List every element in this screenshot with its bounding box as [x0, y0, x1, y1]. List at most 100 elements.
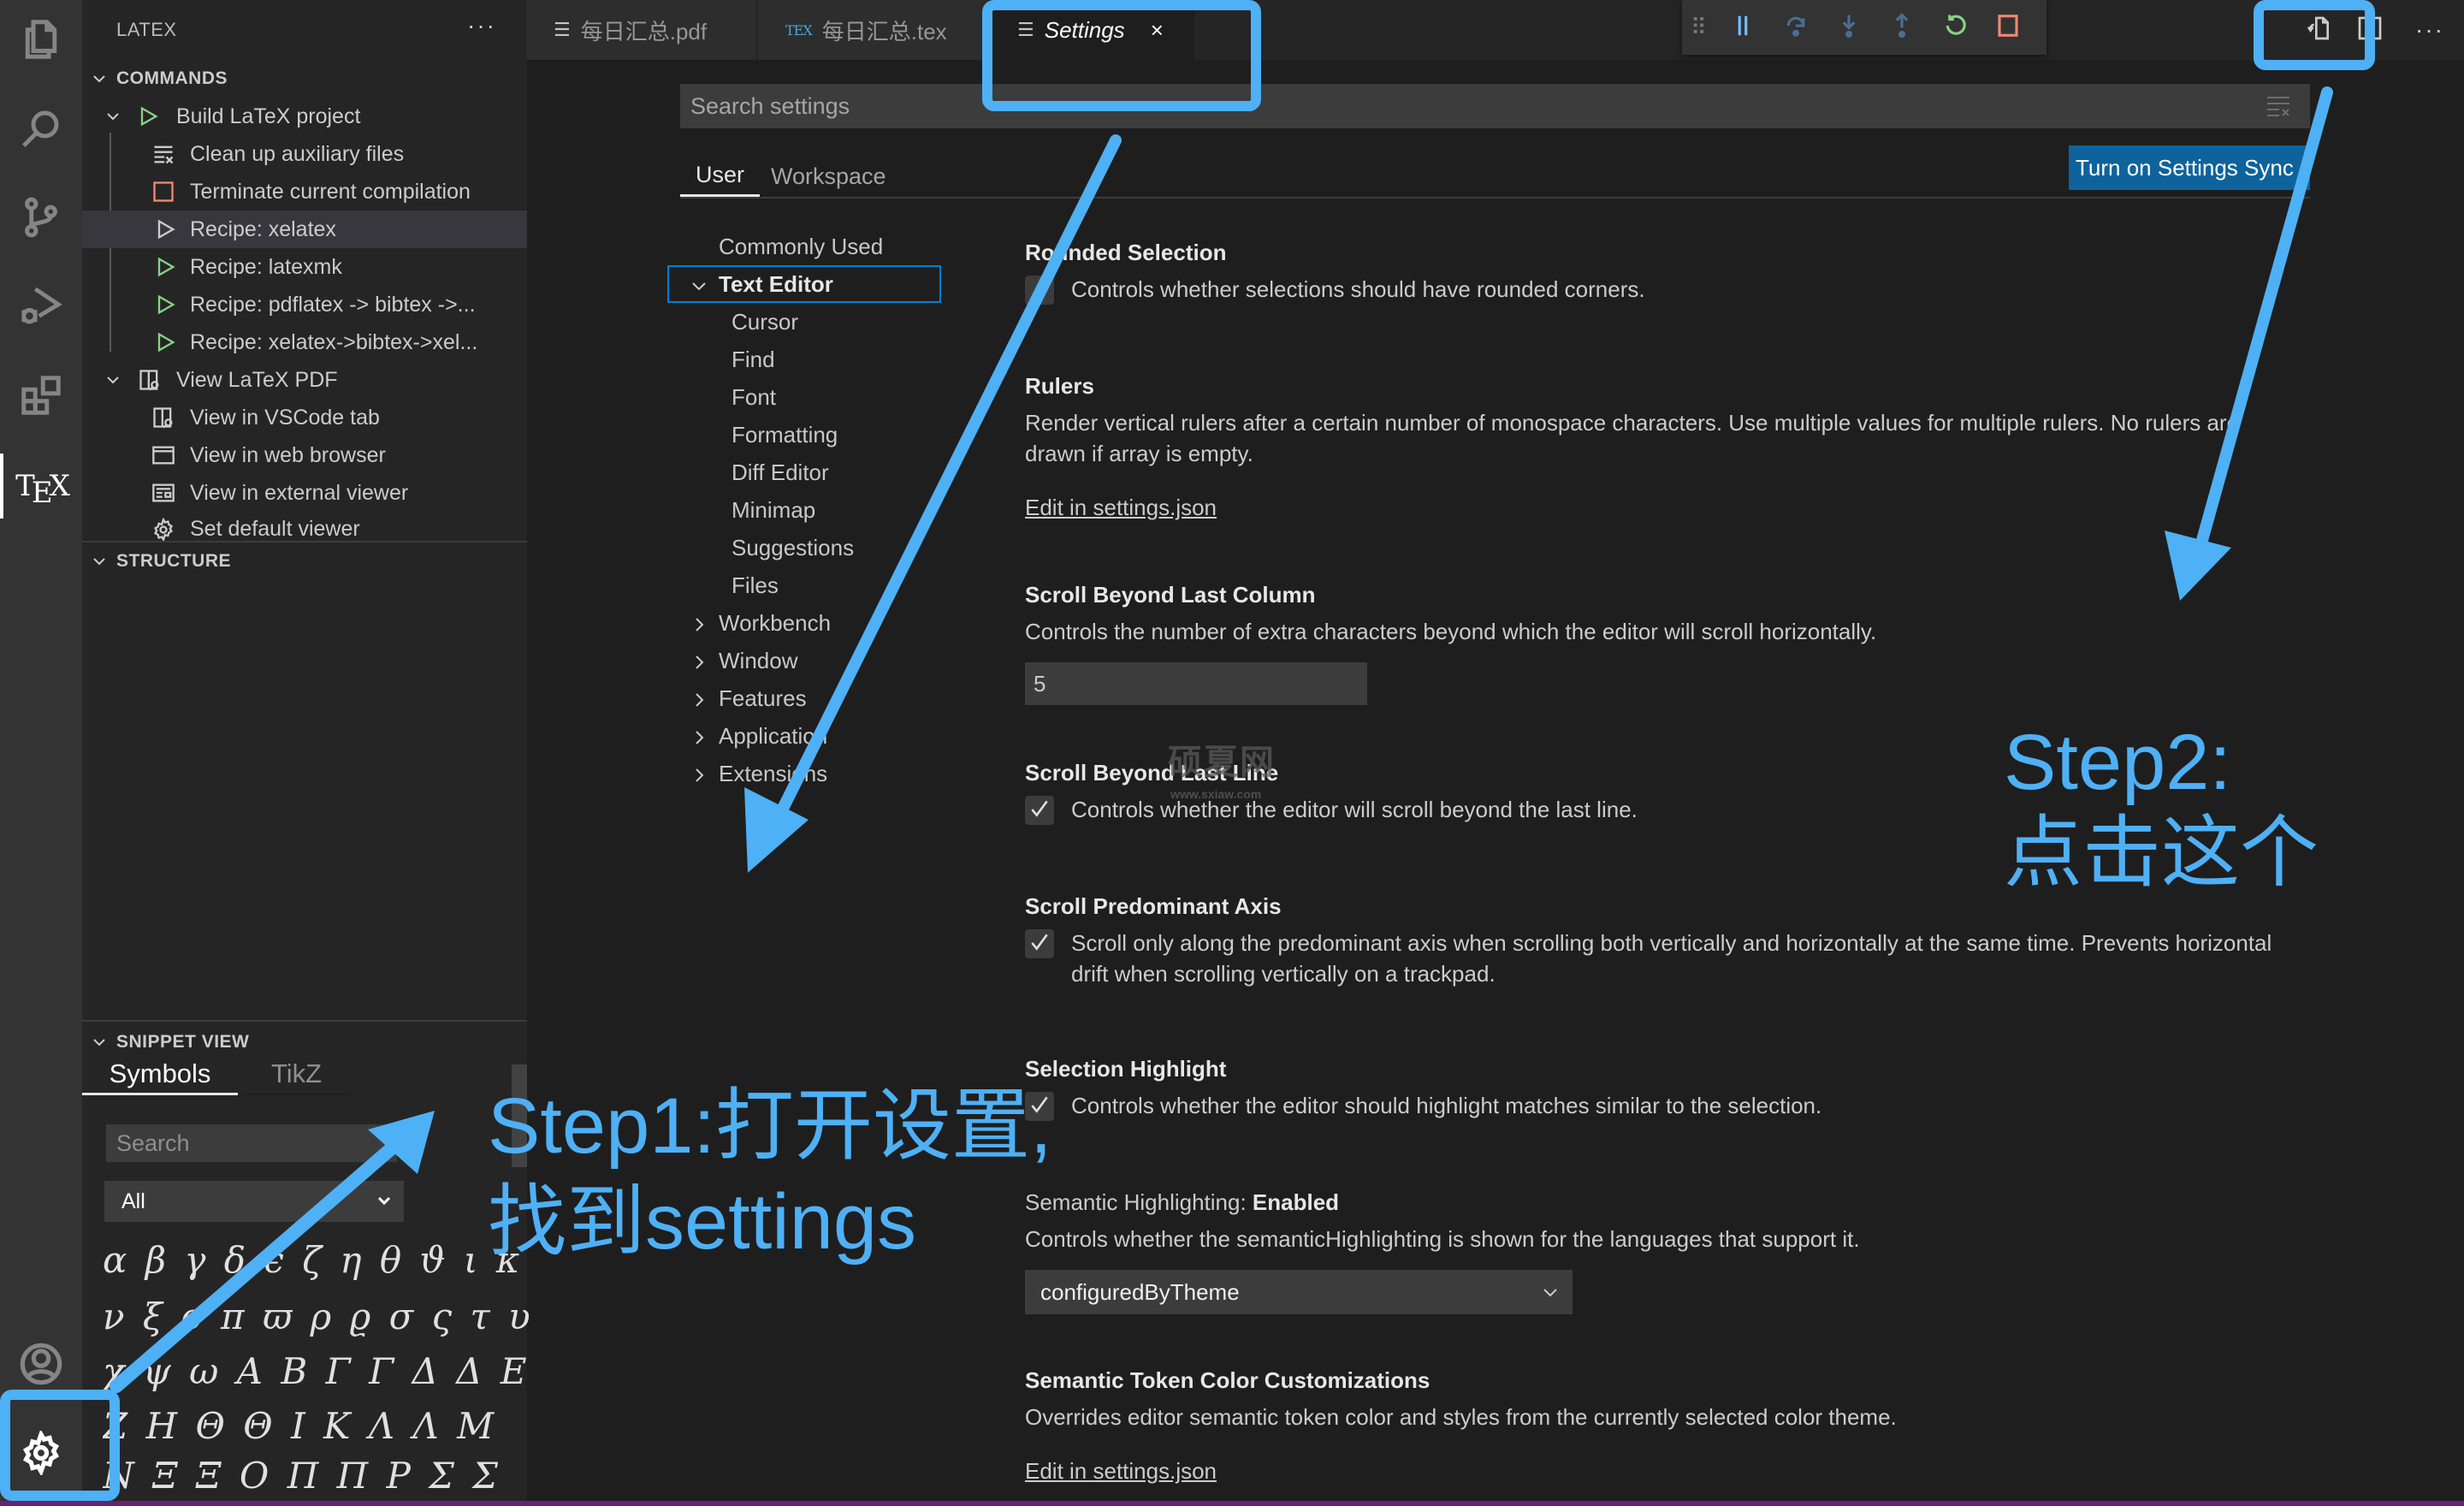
tab-user[interactable]: User	[680, 156, 761, 197]
split-editor-icon	[2356, 15, 2384, 46]
tab-workspace[interactable]: Workspace	[771, 156, 886, 197]
toc-item-application[interactable]: Application	[667, 717, 827, 755]
tex-file-icon: TEX	[785, 21, 813, 39]
tab-settings[interactable]: ☰ Settings ×	[990, 0, 1195, 60]
tab-tex[interactable]: TEX 每日汇总.tex	[758, 0, 989, 60]
scroll-beyond-last-line-checkbox[interactable]	[1025, 796, 1054, 825]
section-divider	[82, 1020, 527, 1022]
toc-item-diff-editor[interactable]: Diff Editor	[732, 454, 829, 491]
pause-icon	[1730, 13, 1756, 43]
tree-item-view-pdf[interactable]: View LaTeX PDF	[82, 361, 527, 399]
toc-label: Features	[719, 685, 807, 711]
structure-section-header[interactable]: STRUCTURE	[82, 544, 527, 578]
toc-label: Extensions	[719, 760, 828, 786]
source-control-button[interactable]	[0, 178, 82, 260]
chevron-down-icon	[103, 106, 123, 127]
extensions-button[interactable]	[0, 356, 82, 438]
tree-item-set-default-viewer[interactable]: Set default viewer	[82, 512, 527, 543]
tree-item-recipe-pdflatex[interactable]: Recipe: pdflatex -> bibtex ->...	[82, 286, 527, 323]
tree-item-view-browser[interactable]: View in web browser	[82, 436, 527, 474]
editor-actions: ···	[2293, 0, 2464, 60]
selection-highlight-checkbox[interactable]	[1025, 1092, 1054, 1121]
run-debug-icon	[18, 283, 64, 334]
toc-item-suggestions[interactable]: Suggestions	[732, 529, 854, 566]
semantic-highlighting-select[interactable]: configuredByTheme	[1025, 1270, 1573, 1314]
tree-item-clean[interactable]: Clean up auxiliary files	[82, 135, 527, 173]
toc-item-window[interactable]: Window	[667, 642, 797, 679]
setting-title: Scroll Predominant Axis	[1025, 893, 1282, 919]
toc-item-files[interactable]: Files	[732, 566, 779, 604]
rounded-selection-checkbox[interactable]	[1025, 276, 1054, 305]
latex-sidebar: LATEX ··· COMMANDS Build LaTeX project C…	[82, 0, 530, 1501]
watermark-url: www.sxiaw.com	[1170, 787, 1262, 801]
manage-button[interactable]	[0, 1414, 82, 1496]
close-icon[interactable]: ×	[1151, 17, 1164, 44]
tree-item-recipe-xelatex-bibtex[interactable]: Recipe: xelatex->bibtex->xel...	[82, 323, 527, 361]
commands-header-label: COMMANDS	[116, 68, 228, 88]
search-button[interactable]	[0, 89, 82, 171]
run-debug-button[interactable]	[0, 267, 82, 349]
toc-item-font[interactable]: Font	[732, 378, 776, 416]
toc-item-find[interactable]: Find	[732, 341, 775, 378]
scroll-beyond-last-column-input[interactable]: 5	[1025, 662, 1367, 705]
toc-item-commonly-used[interactable]: Commonly Used	[667, 228, 941, 265]
sidebar-more-button[interactable]: ···	[467, 12, 496, 39]
symbol-row[interactable]: ν ξ ο π ϖ ρ ϱ σ ς τ υ ϕ φ	[103, 1296, 530, 1337]
tree-item-build[interactable]: Build LaTeX project	[82, 98, 527, 135]
tab-symbols[interactable]: Symbols	[82, 1054, 238, 1095]
snippet-search-input[interactable]: Search	[106, 1124, 397, 1162]
tree-item-recipe-xelatex[interactable]: Recipe: xelatex	[82, 210, 527, 248]
snippet-scrollbar[interactable]	[512, 1064, 527, 1167]
debug-stop-button[interactable]	[1981, 0, 2035, 55]
chevron-down-icon	[375, 1191, 394, 1210]
toc-item-minimap[interactable]: Minimap	[732, 491, 815, 529]
settings-search-input[interactable]: Search settings	[680, 84, 2310, 128]
setting-title: Semantic Token Color Customizations	[1025, 1367, 1430, 1393]
toc-item-text-editor[interactable]: Text Editor	[667, 265, 941, 303]
debug-drag-handle[interactable]	[1682, 0, 1716, 55]
symbol-row[interactable]: α β γ δ ϵ ζ η θ ϑ ι κ λ μ	[103, 1239, 530, 1281]
symbol-row[interactable]: χ ψ ω Α Β Γ Γ Δ Δ Ε	[103, 1350, 530, 1392]
check-icon	[1028, 931, 1051, 958]
explorer-button[interactable]	[0, 0, 82, 82]
toc-item-workbench[interactable]: Workbench	[667, 604, 831, 642]
settings-search-placeholder: Search settings	[690, 92, 850, 119]
symbol-row[interactable]: Ν Ξ Ξ Ο Π Π Ρ Σ Σ	[103, 1455, 530, 1497]
debug-pause-button[interactable]	[1716, 0, 1769, 55]
watermark: 硕夏网	[1168, 744, 1276, 781]
tab-tikz[interactable]: TikZ	[243, 1054, 350, 1095]
debug-step-over-button[interactable]	[1769, 0, 1822, 55]
turn-on-settings-sync-button[interactable]: Turn on Settings Sync	[2069, 145, 2310, 190]
tree-item-view-external[interactable]: View in external viewer	[82, 474, 527, 512]
edit-in-settings-json-link[interactable]: Edit in settings.json	[1025, 495, 1217, 521]
toc-item-formatting[interactable]: Formatting	[732, 416, 838, 454]
select-value: configuredByTheme	[1040, 1278, 1240, 1305]
symbol-row[interactable]: Ζ Η Θ Θ Ι Κ Λ Λ Μ	[103, 1405, 530, 1447]
tab-label: 每日汇总.tex	[821, 18, 947, 44]
toc-label: Text Editor	[719, 270, 833, 297]
tree-item-terminate[interactable]: Terminate current compilation	[82, 173, 527, 210]
accounts-button[interactable]	[0, 1325, 82, 1407]
snippet-category-select[interactable]: All	[104, 1181, 404, 1222]
setting-description: Controls whether the semanticHighlightin…	[1025, 1226, 1860, 1252]
latex-button[interactable]: TEX	[0, 445, 82, 527]
debug-restart-button[interactable]	[1928, 0, 1981, 55]
open-settings-json-button[interactable]	[2293, 0, 2344, 60]
scroll-predominant-axis-checkbox[interactable]	[1025, 929, 1054, 958]
toc-item-features[interactable]: Features	[667, 679, 807, 717]
tree-item-view-vscode[interactable]: View in VSCode tab	[82, 399, 527, 436]
debug-step-out-button[interactable]	[1875, 0, 1928, 55]
more-actions-button[interactable]: ···	[2396, 16, 2464, 44]
setting-name: Enabled	[1252, 1189, 1340, 1215]
toc-item-extensions[interactable]: Extensions	[667, 755, 827, 792]
tab-pdf[interactable]: ☰ 每日汇总.pdf	[526, 0, 757, 60]
toc-item-cursor[interactable]: Cursor	[732, 303, 798, 341]
toc-label: Font	[732, 383, 777, 410]
preview-icon: ☰	[554, 19, 571, 40]
commands-section-header[interactable]: COMMANDS	[82, 62, 527, 96]
edit-in-settings-json-link[interactable]: Edit in settings.json	[1025, 1458, 1217, 1485]
clear-filter-icon[interactable]	[2266, 94, 2291, 118]
debug-step-into-button[interactable]	[1822, 0, 1875, 55]
tree-item-recipe-latexmk[interactable]: Recipe: latexmk	[82, 248, 527, 286]
split-editor-button[interactable]	[2344, 0, 2396, 60]
